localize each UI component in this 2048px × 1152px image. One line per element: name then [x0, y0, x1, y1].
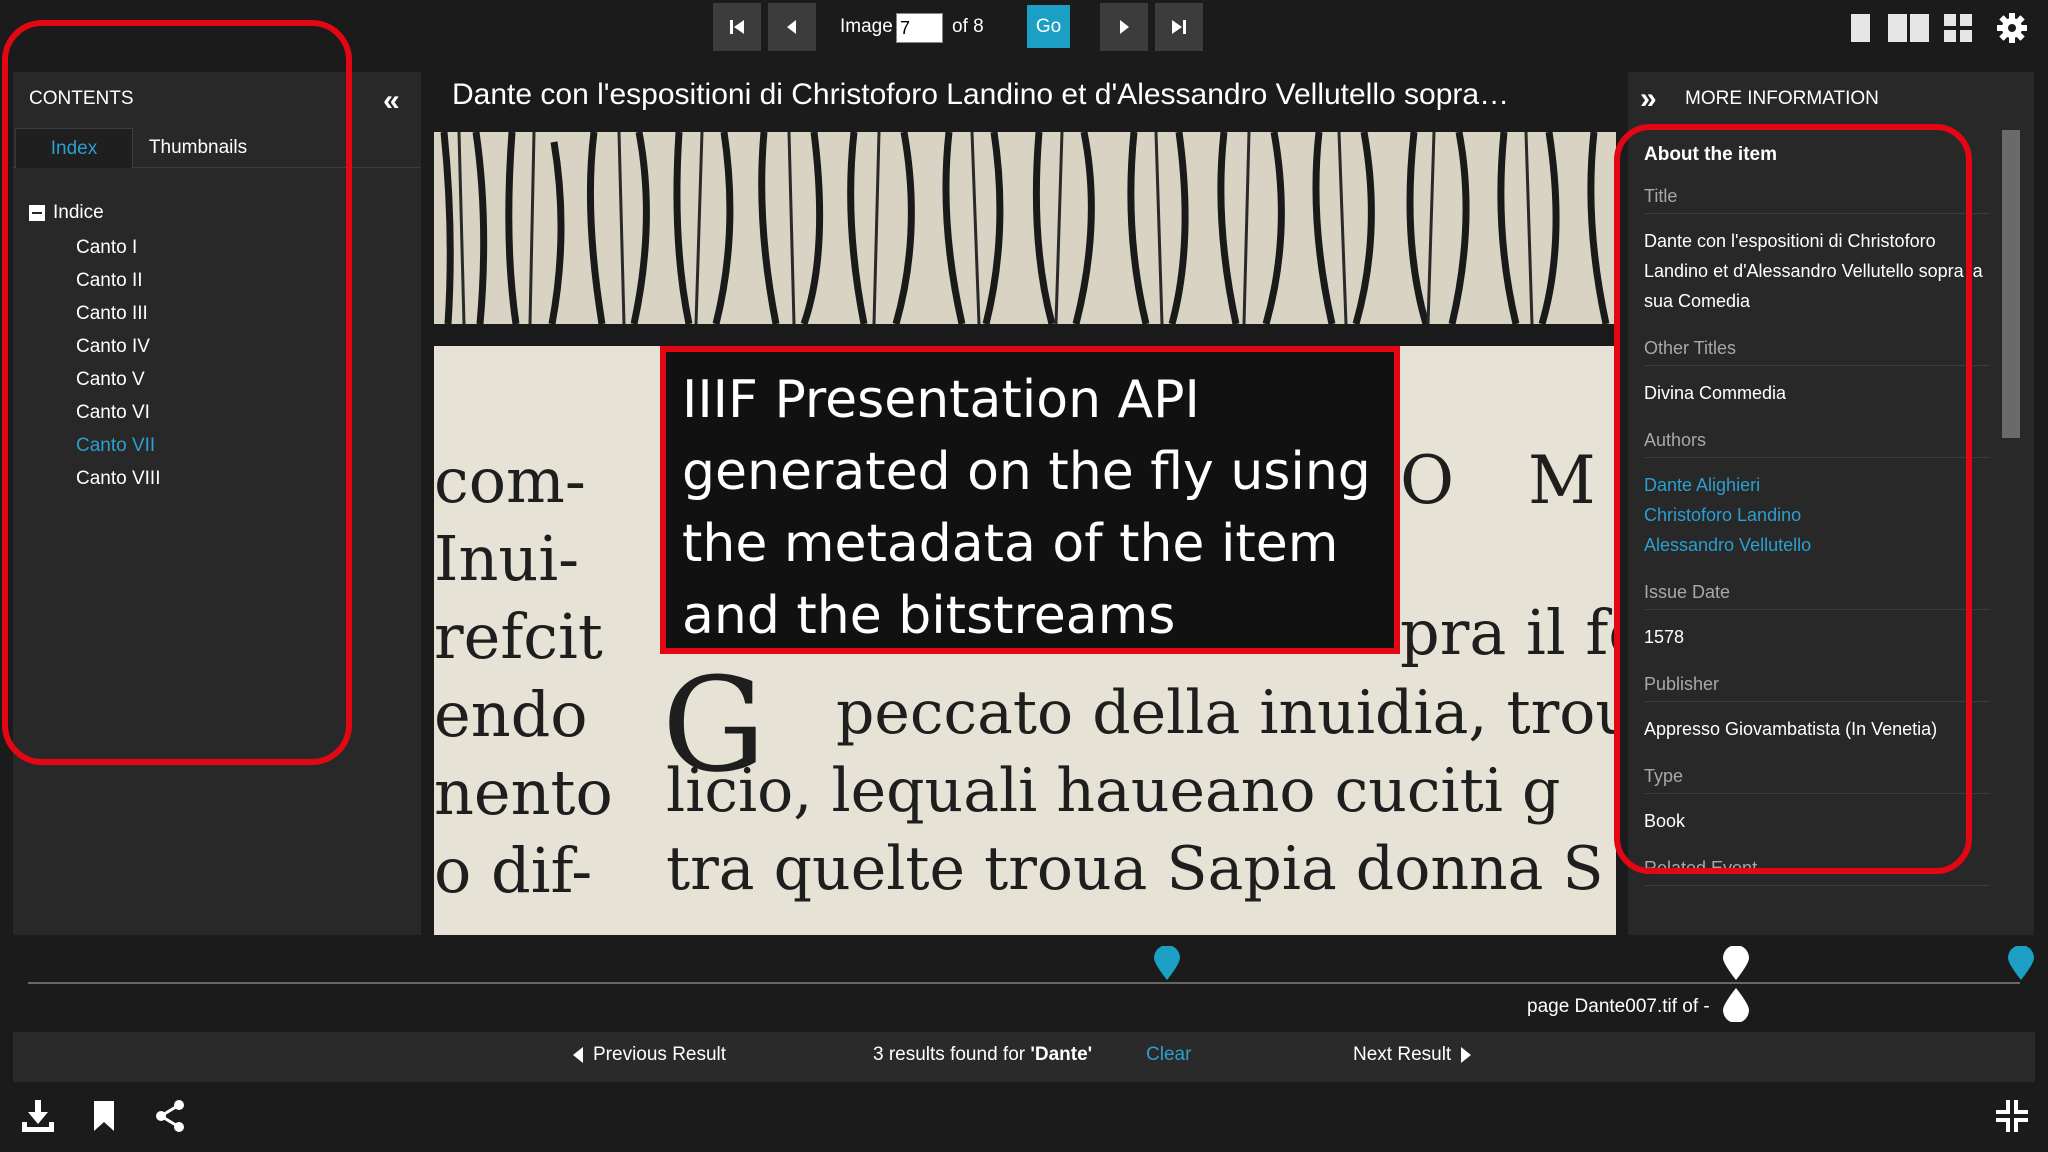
- book-text-line: refcit: [434, 600, 603, 673]
- two-up-view-button[interactable]: [1888, 14, 1929, 42]
- book-text-line: Inui-: [434, 522, 580, 595]
- search-result-marker-icon[interactable]: [2008, 946, 2034, 980]
- collapse-right-panel-icon[interactable]: »: [1640, 82, 1657, 116]
- woodcut-illustration: [434, 132, 1616, 326]
- go-button[interactable]: Go: [1027, 5, 1070, 48]
- two-up-icon-page: [1910, 14, 1929, 42]
- prev-page-button[interactable]: [768, 3, 816, 51]
- image-count-label: of 8: [952, 16, 984, 37]
- next-result-label: Next Result: [1353, 1044, 1452, 1065]
- previous-result-label: Previous Result: [593, 1044, 727, 1065]
- results-query: 'Dante': [1030, 1044, 1093, 1065]
- book-text-line: pra il fe: [1400, 596, 1616, 669]
- one-up-icon: [1851, 14, 1870, 42]
- callout-text: IIIF Presentation API generated on the f…: [682, 370, 1371, 646]
- one-up-view-button[interactable]: [1851, 14, 1870, 42]
- book-text-line: licio, lequali haueano cuciti g: [666, 756, 1561, 826]
- woodcut-border: [434, 324, 1616, 346]
- annotation-callout: IIIF Presentation API generated on the f…: [660, 346, 1400, 654]
- settings-icon: [1997, 13, 2027, 43]
- image-label: Image: [840, 16, 893, 37]
- next-page-button[interactable]: [1100, 3, 1148, 51]
- prev-page-icon: [787, 20, 796, 34]
- book-text-line: nento: [434, 756, 613, 829]
- first-page-icon: [730, 20, 744, 34]
- woodcut-image: [440, 132, 1610, 326]
- chevron-right-icon: [1461, 1047, 1472, 1063]
- last-page-button[interactable]: [1155, 3, 1203, 51]
- search-result-marker-icon[interactable]: [1154, 946, 1180, 980]
- bookmark-icon: [94, 1101, 114, 1131]
- gallery-icon: [1944, 14, 1956, 26]
- book-text-line: endo: [434, 678, 588, 751]
- download-icon: [22, 1100, 54, 1132]
- next-result-button[interactable]: Next Result: [1353, 1044, 1472, 1066]
- current-page-marker-icon[interactable]: [1723, 946, 1749, 980]
- results-count-text: 3 results found for: [873, 1044, 1031, 1065]
- fullscreen-button[interactable]: [1994, 1098, 2030, 1134]
- left-highlight-outline: [2, 20, 352, 765]
- next-page-icon: [1120, 20, 1129, 34]
- settings-button[interactable]: [1996, 12, 2028, 44]
- gallery-icon-cell: [1944, 30, 1956, 42]
- book-text-line: O: [1400, 442, 1455, 519]
- book-text-line: o dif-: [434, 834, 593, 907]
- gallery-icon-cell: [1960, 30, 1972, 42]
- book-text-line: peccato della inuidia, trou: [836, 678, 1616, 748]
- page-info-text: page Dante007.tif of -: [1527, 996, 1710, 1017]
- two-up-icon: [1888, 14, 1907, 42]
- first-page-button[interactable]: [713, 3, 761, 51]
- download-button[interactable]: [20, 1098, 56, 1134]
- right-panel-scrollbar[interactable]: [2002, 130, 2020, 438]
- viewer-title: Dante con l'espositioni di Christoforo L…: [452, 78, 1510, 111]
- results-count: 3 results found for 'Dante': [873, 1044, 1092, 1066]
- more-information-title: MORE INFORMATION: [1685, 88, 1879, 109]
- gallery-icon-cell: [1960, 14, 1972, 26]
- share-icon: [156, 1100, 184, 1132]
- image-number-input[interactable]: [896, 13, 943, 43]
- bookmark-button[interactable]: [86, 1098, 122, 1134]
- search-results-bar: Previous Result 3 results found for 'Dan…: [13, 1032, 2035, 1082]
- book-text-line: com-: [434, 444, 586, 517]
- last-page-icon: [1172, 20, 1186, 34]
- right-highlight-outline: [1614, 124, 1972, 874]
- share-button[interactable]: [152, 1098, 188, 1134]
- book-text-line: M: [1528, 442, 1596, 519]
- previous-result-button[interactable]: Previous Result: [573, 1044, 726, 1066]
- book-text-line: tra quelte troua Sapia donna S: [666, 834, 1604, 904]
- page-drop-icon: [1723, 988, 1749, 1022]
- chevron-left-icon: [573, 1047, 583, 1063]
- timeline-track[interactable]: [28, 982, 2020, 984]
- collapse-left-panel-icon[interactable]: «: [383, 84, 400, 118]
- clear-search-link[interactable]: Clear: [1146, 1044, 1191, 1066]
- exit-fullscreen-icon: [1996, 1100, 2028, 1132]
- gallery-view-button[interactable]: [1944, 14, 1972, 42]
